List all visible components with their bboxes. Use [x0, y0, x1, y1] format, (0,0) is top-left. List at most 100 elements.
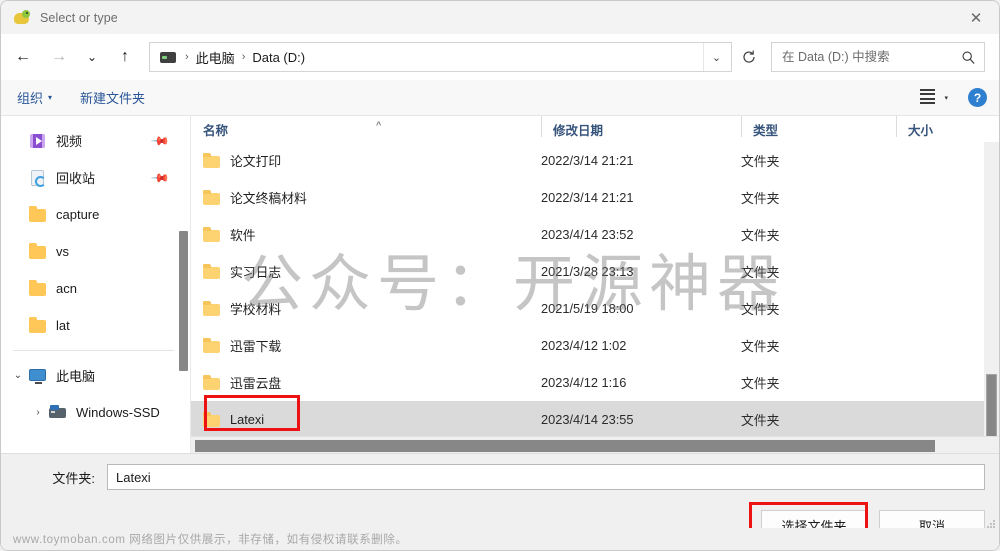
file-name: Latexi — [230, 412, 265, 427]
folder-icon — [29, 316, 47, 335]
chevron-down-icon[interactable]: ⌄ — [703, 43, 729, 71]
table-row-selected[interactable]: Latexi 2023/4/14 23:55 文件夹 — [191, 401, 999, 436]
table-row[interactable]: 实习日志 2021/3/28 23:13 文件夹 — [191, 253, 999, 290]
sidebar-item-label: Windows-SSD — [76, 405, 160, 420]
folder-icon — [203, 263, 220, 279]
sidebar-item-vs[interactable]: vs — [1, 233, 190, 270]
table-row[interactable]: 论文终稿材料 2022/3/14 21:21 文件夹 — [191, 179, 999, 216]
sidebar-item-capture[interactable]: capture — [1, 196, 190, 233]
column-header-name[interactable]: 名称 ^ — [191, 120, 541, 139]
chevron-down-icon: ▾ — [48, 93, 53, 102]
sidebar-item-label: 视频 — [56, 134, 83, 149]
file-name: 迅雷下载 — [230, 339, 282, 354]
file-list-pane: 名称 ^ 修改日期 类型 大小 论文打印 2022/3/14 21:21 文件夹… — [191, 116, 999, 453]
sidebar-item-acn[interactable]: acn — [1, 270, 190, 307]
recent-locations-button[interactable]: ⌄ — [77, 41, 107, 73]
breadcrumb-item-this-pc[interactable]: 此电脑 — [196, 48, 235, 67]
folder-name-label: 文件夹: — [52, 470, 95, 486]
sidebar-tree: 视频 📌 回收站 📌 capture vs acn lat ⌄ 此电脑 › Wi… — [1, 116, 190, 431]
column-header-type[interactable]: 类型 — [741, 116, 896, 139]
close-icon[interactable]: ✕ — [953, 1, 999, 34]
file-type: 文件夹 — [741, 265, 780, 280]
table-row[interactable]: 迅雷下载 2023/4/12 1:02 文件夹 — [191, 327, 999, 364]
file-name: 实习日志 — [230, 265, 282, 280]
breadcrumb-item-data-d[interactable]: Data (D:) — [252, 50, 305, 65]
command-toolbar: 组织 ▾ 新建文件夹 ▾ ? — [1, 80, 999, 116]
sidebar-item-label: vs — [56, 244, 69, 259]
folder-icon — [29, 279, 47, 298]
folder-name-input[interactable] — [107, 464, 985, 490]
resize-grip[interactable] — [987, 520, 995, 528]
table-row[interactable]: 软件 2023/4/14 23:52 文件夹 — [191, 216, 999, 253]
file-name: 迅雷云盘 — [230, 376, 282, 391]
search-input[interactable] — [782, 50, 961, 64]
column-header-date[interactable]: 修改日期 — [541, 116, 741, 139]
column-headers: 名称 ^ 修改日期 类型 大小 — [191, 116, 999, 142]
search-icon[interactable] — [961, 50, 976, 65]
sidebar-item-label: 回收站 — [56, 171, 96, 186]
folder-icon — [203, 337, 220, 353]
horizontal-scrollbar-thumb[interactable] — [195, 440, 935, 452]
folder-icon — [203, 189, 220, 205]
file-date: 2021/3/28 23:13 — [541, 264, 634, 279]
search-box[interactable] — [771, 42, 985, 72]
file-date: 2023/4/14 23:52 — [541, 227, 634, 242]
help-button[interactable]: ? — [968, 88, 987, 107]
horizontal-scrollbar[interactable] — [191, 436, 999, 453]
column-header-label: 名称 — [203, 124, 229, 138]
window-title: Select or type — [40, 10, 118, 25]
vertical-scrollbar-thumb[interactable] — [986, 374, 997, 436]
file-date: 2023/4/14 23:55 — [541, 412, 634, 427]
file-rows: 论文打印 2022/3/14 21:21 文件夹 论文终稿材料 2022/3/1… — [191, 142, 999, 436]
file-name: 软件 — [230, 228, 256, 243]
file-date: 2023/4/12 1:16 — [541, 375, 627, 390]
forward-button[interactable]: → — [41, 41, 77, 73]
this-pc-icon — [29, 367, 47, 385]
sidebar-scrollbar-thumb[interactable] — [179, 231, 188, 371]
sidebar-item-label: lat — [56, 318, 70, 333]
file-date: 2022/3/14 21:21 — [541, 153, 634, 168]
folder-icon — [203, 226, 220, 242]
breadcrumb-separator-1: › — [185, 51, 189, 63]
hard-drive-icon — [49, 404, 67, 422]
address-bar[interactable]: › 此电脑 › Data (D:) ⌄ — [149, 42, 732, 72]
drive-icon — [160, 51, 176, 63]
file-type: 文件夹 — [741, 302, 780, 317]
file-name: 学校材料 — [230, 302, 282, 317]
chevron-right-icon[interactable]: › — [27, 407, 49, 418]
folder-icon — [203, 152, 220, 168]
pin-icon: 📌 — [150, 130, 171, 151]
sidebar-item-recycle-bin[interactable]: 回收站 📌 — [1, 159, 190, 196]
sidebar-item-this-pc[interactable]: ⌄ 此电脑 — [1, 357, 190, 394]
sidebar-item-lat[interactable]: lat — [1, 307, 190, 344]
column-header-size[interactable]: 大小 — [896, 116, 991, 139]
chevron-down-icon: ▾ — [944, 94, 948, 102]
up-button[interactable]: ↑ — [107, 41, 143, 73]
title-bar: Select or type ✕ — [1, 1, 999, 34]
file-date: 2021/5/19 18:00 — [541, 301, 634, 316]
new-folder-button[interactable]: 新建文件夹 — [80, 88, 145, 107]
organize-label: 组织 — [17, 91, 44, 106]
table-row[interactable]: 论文打印 2022/3/14 21:21 文件夹 — [191, 142, 999, 179]
organize-menu-button[interactable]: 组织 ▾ — [17, 88, 52, 107]
refresh-icon[interactable] — [733, 42, 765, 72]
sidebar-item-windows-ssd[interactable]: › Windows-SSD — [1, 394, 190, 431]
view-options-button[interactable]: ▾ — [920, 88, 948, 107]
file-type: 文件夹 — [741, 154, 780, 169]
table-row[interactable]: 学校材料 2021/5/19 18:00 文件夹 — [191, 290, 999, 327]
vertical-scrollbar[interactable] — [984, 142, 999, 436]
watermark-footer: www.toymoban.com 网络图片仅供展示，非存储，如有侵权请联系删除。 — [1, 528, 999, 550]
file-type: 文件夹 — [741, 228, 780, 243]
sidebar-item-label: capture — [56, 207, 100, 222]
folder-icon — [203, 374, 220, 390]
table-row[interactable]: 迅雷云盘 2023/4/12 1:16 文件夹 — [191, 364, 999, 401]
folder-icon — [203, 411, 220, 427]
folder-icon — [29, 242, 47, 261]
sidebar-item-videos[interactable]: 视频 📌 — [1, 122, 190, 159]
folder-name-row: 文件夹: — [1, 454, 999, 500]
sidebar-divider — [13, 350, 174, 351]
file-type: 文件夹 — [741, 191, 780, 206]
back-button[interactable]: ← — [5, 41, 41, 73]
chevron-down-icon[interactable]: ⌄ — [7, 370, 29, 381]
dialog-body: 视频 📌 回收站 📌 capture vs acn lat ⌄ 此电脑 › Wi… — [1, 116, 999, 453]
